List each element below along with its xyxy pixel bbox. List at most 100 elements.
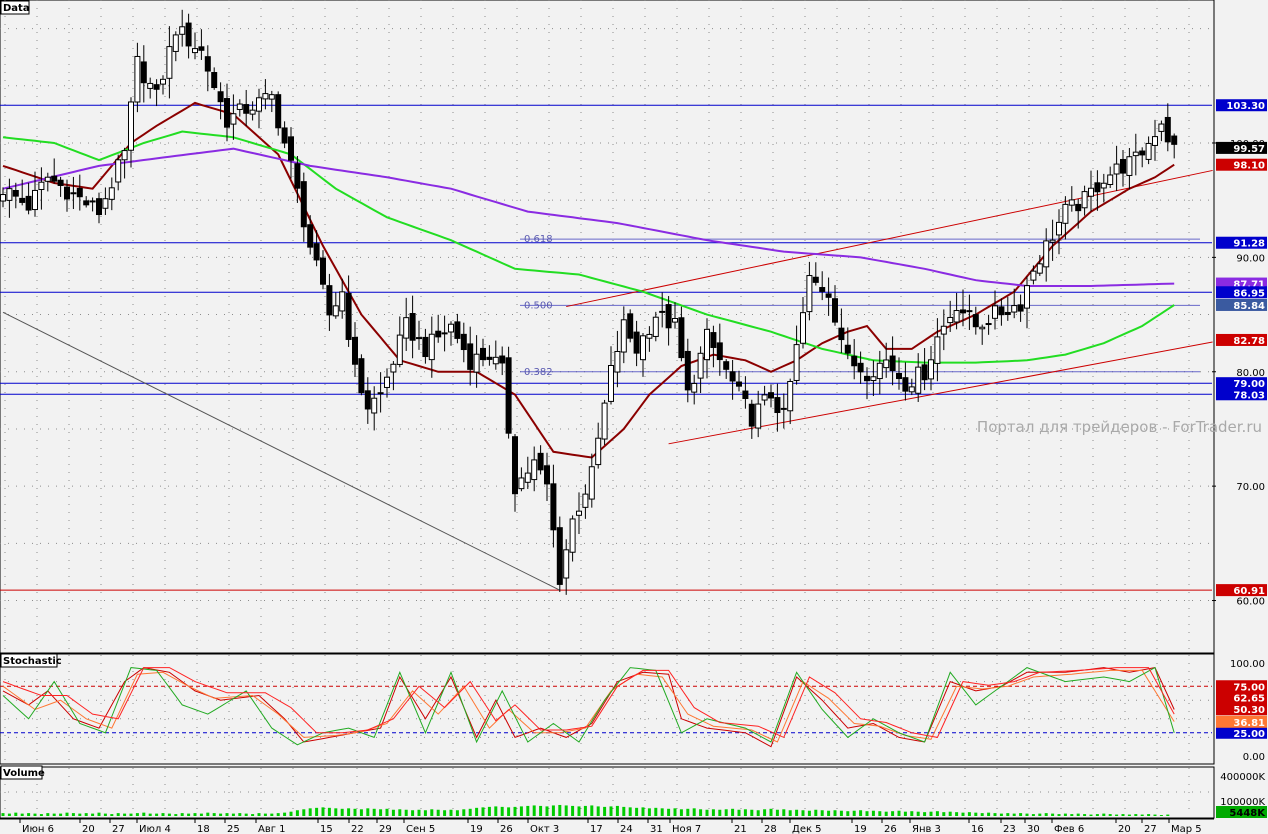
candle — [390, 361, 397, 391]
price-badge-79.00: 79.00 — [1216, 377, 1267, 390]
candle — [249, 101, 256, 121]
fib-label-0.382: 0.382 — [524, 367, 553, 378]
candle — [576, 492, 582, 534]
price-tick-label: 80.00 — [1236, 368, 1265, 379]
candle-body — [70, 192, 77, 195]
candle-body — [787, 380, 794, 412]
candle — [460, 322, 467, 363]
candle-body — [1132, 151, 1139, 157]
volume-bar — [852, 810, 856, 816]
candle-body — [1075, 203, 1082, 212]
candle — [1107, 166, 1114, 188]
candle — [595, 422, 602, 469]
candle-body — [1024, 285, 1030, 309]
candle — [57, 176, 64, 197]
candle — [512, 434, 518, 512]
time-tick-label: 20 — [1118, 824, 1131, 834]
volume-bar — [1019, 813, 1023, 816]
volume-bar — [462, 809, 466, 816]
volume-bar — [359, 809, 363, 816]
volume-bar — [609, 806, 613, 816]
candle-body — [627, 313, 634, 339]
candle-body — [166, 46, 173, 79]
volume-bar — [865, 811, 869, 816]
stochastic-tick-label: 100.00 — [1230, 659, 1265, 670]
volume-bar — [942, 812, 946, 816]
stochastic-tick-label: 0.00 — [1243, 752, 1265, 763]
time-tick-label: 28 — [764, 824, 777, 834]
time-tick-label: 30 — [1027, 824, 1040, 834]
volume-bar — [622, 806, 626, 816]
volume-bar — [340, 808, 344, 816]
candle-body — [339, 291, 346, 312]
candle — [563, 539, 570, 595]
volume-bar — [974, 812, 978, 816]
candle-body — [716, 342, 723, 361]
candle-body — [729, 371, 736, 382]
candle-body — [326, 285, 333, 316]
candle — [1043, 228, 1050, 282]
volume-bar — [430, 809, 434, 816]
volume-bar — [65, 812, 69, 816]
time-tick-label: 19 — [470, 824, 483, 834]
volume-bar — [667, 808, 671, 816]
candle — [672, 302, 678, 329]
candle-body — [761, 394, 768, 401]
volume-bar — [699, 809, 703, 816]
volume-bar — [583, 805, 587, 816]
candle-body — [396, 334, 403, 365]
volume-bar — [507, 807, 511, 816]
candle — [281, 121, 288, 149]
volume-bar — [782, 809, 786, 816]
fib-levels: 0.618 0.500 0.382 — [520, 234, 1200, 378]
candle-body — [416, 337, 422, 340]
time-tick-label: Окт 3 — [530, 824, 559, 834]
volume-bar — [1076, 813, 1080, 816]
volume-bar — [1070, 814, 1074, 816]
candle — [774, 383, 781, 432]
candle-body — [633, 331, 640, 354]
candle-body — [806, 275, 813, 313]
candle-body — [448, 323, 454, 333]
candle — [1139, 147, 1146, 168]
candle-body — [140, 61, 147, 84]
candle — [876, 350, 883, 395]
volume-bar — [955, 812, 959, 816]
candle-body — [512, 436, 518, 495]
candle — [236, 99, 243, 117]
candle — [492, 340, 499, 370]
candle — [1126, 148, 1133, 190]
candle — [243, 89, 250, 127]
volume-bar — [148, 813, 152, 816]
candle-body — [1049, 239, 1056, 243]
candle-body — [723, 361, 730, 370]
volume-bar — [27, 813, 31, 816]
candle-body — [460, 333, 467, 351]
candle-body — [1030, 270, 1037, 281]
volume-bar — [1166, 814, 1170, 816]
volume-bar — [795, 809, 799, 816]
candle — [403, 297, 410, 351]
volume-bar — [1025, 813, 1029, 816]
candle-body — [934, 336, 941, 364]
stochastic-badge-50.30-text: 50.30 — [1233, 705, 1265, 716]
candle — [1145, 136, 1152, 165]
candle — [819, 271, 826, 301]
volume-bar — [1153, 814, 1157, 816]
candle-body — [1004, 311, 1011, 316]
volume-bar — [980, 813, 984, 816]
candle — [300, 172, 307, 242]
candle-body — [0, 194, 6, 202]
candle — [537, 445, 544, 475]
time-tick-label: 20 — [82, 824, 95, 834]
candle-body — [985, 323, 992, 326]
candle — [364, 377, 371, 424]
candle — [620, 306, 627, 364]
candle — [1017, 294, 1024, 322]
candle — [204, 45, 211, 92]
candle-body — [537, 452, 544, 471]
candle-body — [147, 82, 154, 89]
candle-body — [1139, 150, 1146, 156]
candle-body — [64, 186, 70, 200]
volume-bar — [244, 813, 248, 816]
